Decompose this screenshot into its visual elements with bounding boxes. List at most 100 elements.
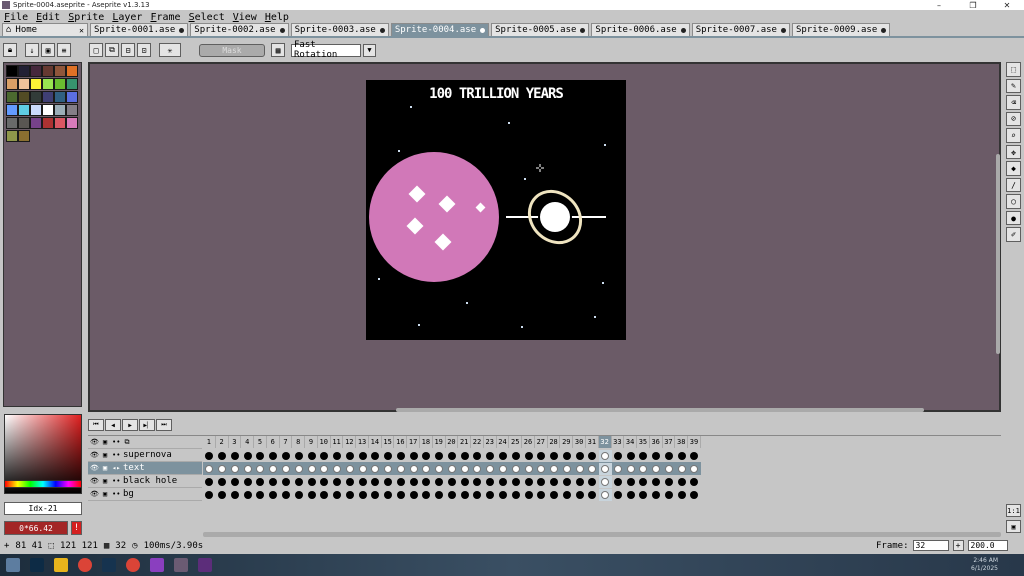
cel[interactable] [624, 476, 637, 488]
tab-sprite-0001[interactable]: Sprite-0001.ase [90, 23, 189, 36]
frame-number[interactable]: 35 [637, 436, 650, 448]
menu-edit[interactable]: Edit [36, 12, 60, 23]
cel[interactable] [446, 450, 459, 462]
frame-number[interactable]: 15 [382, 436, 395, 448]
palette-swatch[interactable] [66, 65, 78, 77]
cel[interactable] [331, 463, 344, 475]
layer-bg[interactable]: 👁︎ ▣ •• bg [88, 488, 202, 501]
link-icon[interactable]: •• [112, 477, 120, 485]
frame-number[interactable]: 29 [560, 436, 574, 448]
palette-swatch[interactable] [42, 91, 54, 103]
frame-number[interactable]: 25 [509, 436, 523, 448]
chrome-icon[interactable] [78, 558, 92, 572]
cel[interactable] [458, 463, 471, 475]
cel[interactable] [598, 462, 612, 475]
hue-slider[interactable] [4, 480, 82, 488]
frame-number[interactable]: 36 [650, 436, 663, 448]
unsaved-dot-icon[interactable] [881, 27, 887, 33]
menu-help[interactable]: Help [265, 12, 289, 23]
cel[interactable] [369, 463, 382, 475]
cel[interactable] [471, 450, 484, 462]
cel[interactable] [522, 489, 535, 501]
cel[interactable] [675, 463, 688, 475]
blur-tool-icon[interactable]: ● [1006, 210, 1021, 226]
frame-number[interactable]: 28 [548, 436, 561, 448]
cel[interactable] [343, 463, 356, 475]
palette-list-icon[interactable]: ≡ [57, 43, 71, 57]
cel[interactable] [229, 463, 242, 475]
folder-icon[interactable] [54, 558, 68, 572]
tab-sprite-0007[interactable]: Sprite-0007.ase [691, 23, 790, 36]
timeline-scrollbar[interactable] [203, 532, 1001, 537]
eye-icon[interactable]: 👁︎ [90, 477, 99, 485]
frame-number[interactable]: 24 [497, 436, 510, 448]
selection-subtract-icon[interactable]: ⊟ [121, 43, 135, 57]
cel[interactable] [484, 476, 497, 488]
palette-swatch[interactable] [18, 78, 30, 90]
frame-number[interactable]: 27 [535, 436, 548, 448]
horizontal-scrollbar[interactable] [396, 408, 924, 412]
cel[interactable] [433, 463, 446, 475]
cel[interactable] [471, 489, 484, 501]
cel[interactable] [675, 450, 688, 462]
cel[interactable] [241, 450, 254, 462]
cel[interactable] [241, 463, 254, 475]
palette-swatch[interactable] [6, 104, 18, 116]
palette-swatch[interactable] [54, 104, 66, 116]
vertical-scrollbar[interactable] [996, 154, 1000, 354]
cel[interactable] [612, 463, 625, 475]
frame-number[interactable]: 37 [663, 436, 676, 448]
cel[interactable] [663, 476, 676, 488]
cel[interactable] [586, 450, 599, 462]
lock-icon[interactable]: ▣ [101, 451, 109, 459]
frame-number[interactable]: 3 [229, 436, 242, 448]
frame-number[interactable]: 6 [267, 436, 280, 448]
cel[interactable] [292, 450, 305, 462]
cel[interactable] [203, 463, 216, 475]
frame-number[interactable]: 14 [369, 436, 382, 448]
palette-swatch[interactable] [6, 78, 18, 90]
selection-replace-icon[interactable]: □ [89, 43, 103, 57]
cel[interactable] [522, 450, 535, 462]
cel[interactable] [241, 489, 254, 501]
palette-options-icon[interactable]: ▣ [41, 43, 55, 57]
link-icon[interactable]: •• [112, 451, 120, 459]
cel[interactable] [560, 489, 573, 501]
marquee-tool-icon[interactable]: ⬚ [1006, 62, 1021, 77]
cel[interactable] [548, 463, 561, 475]
palette-swatch[interactable] [6, 117, 18, 129]
eye-icon[interactable]: 👁︎ [90, 464, 99, 472]
frame-number[interactable]: 17 [407, 436, 421, 448]
cel[interactable] [484, 489, 497, 501]
cel[interactable] [535, 476, 548, 488]
cel[interactable] [267, 476, 280, 488]
canvas-workspace[interactable]: 100 TRILLION YEARS [88, 62, 1001, 412]
cel[interactable] [407, 476, 420, 488]
cel[interactable] [280, 450, 293, 462]
cel[interactable] [560, 476, 573, 488]
cel[interactable] [216, 450, 229, 462]
palette-swatch[interactable] [54, 65, 66, 77]
layers-icon[interactable]: ⧉ [123, 438, 131, 446]
cel[interactable] [280, 489, 293, 501]
selection-add-icon[interactable]: ⧉ [105, 43, 119, 57]
cel[interactable] [356, 489, 369, 501]
palette-swatch[interactable] [18, 65, 30, 77]
eraser-tool-icon[interactable]: ⌫ [1006, 95, 1021, 110]
cel[interactable] [688, 489, 701, 501]
cel[interactable] [292, 476, 305, 488]
cel[interactable] [292, 489, 305, 501]
pencil-tool-icon[interactable]: ✎ [1006, 78, 1021, 94]
chevron-down-icon[interactable]: ▼ [363, 43, 376, 57]
palette-swatch[interactable] [6, 91, 18, 103]
lock-icon[interactable]: ▣ [101, 490, 109, 498]
frame-number[interactable]: 12 [343, 436, 357, 448]
eye-icon[interactable]: 👁︎ [90, 438, 99, 446]
menu-select[interactable]: Select [189, 12, 225, 23]
unsaved-dot-icon[interactable] [179, 27, 185, 33]
frame-number[interactable]: 20 [446, 436, 459, 448]
cel[interactable] [509, 476, 522, 488]
cel[interactable] [382, 489, 395, 501]
cel[interactable] [548, 476, 561, 488]
cel[interactable] [356, 450, 369, 462]
